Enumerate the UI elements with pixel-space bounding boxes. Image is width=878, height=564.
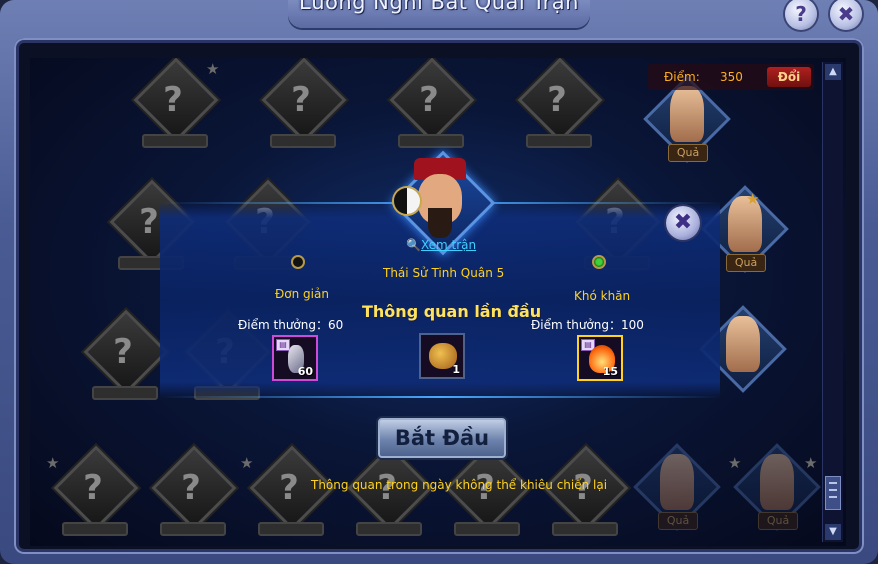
character-stage-tile[interactable]: Quả [730, 443, 821, 536]
star-icon: ★ [746, 190, 760, 208]
close-icon[interactable]: ✖ [666, 206, 700, 240]
unknown-stage-tile[interactable]: ? [256, 58, 347, 152]
hard-reward-points: Điểm thưởng：100 [531, 318, 644, 332]
unknown-stage-tile[interactable]: ? [538, 445, 629, 540]
scroll-up-icon[interactable]: ▲ [825, 64, 841, 80]
title-plate: Lương Nghi Bát Quái Trận [288, 0, 590, 28]
hard-difficulty-radio[interactable] [592, 255, 606, 269]
unknown-stage-tile[interactable]: ? [48, 445, 139, 540]
view-formation-link[interactable]: 🔍Xem trận [406, 238, 476, 252]
unknown-stage-tile[interactable]: ? [512, 58, 603, 152]
panel-divider [160, 396, 720, 398]
unknown-stage-tile[interactable]: ? [342, 445, 433, 540]
item-tag-icon: ▤ [276, 339, 290, 351]
star-icon: ★ [46, 454, 60, 472]
score-label: Điểm: [664, 70, 700, 84]
unknown-stage-tile[interactable]: ? [128, 58, 219, 152]
scroll-down-icon[interactable]: ▼ [825, 524, 841, 540]
boss-portrait[interactable] [388, 148, 496, 256]
star-icon: ★ [206, 60, 220, 78]
scroll-thumb[interactable] [825, 476, 841, 510]
start-button[interactable]: Bắt Đầu [378, 418, 506, 458]
first-clear-label: Thông quan lần đầu [362, 302, 542, 321]
easy-reward-item[interactable]: ▤ 60 [272, 335, 318, 381]
easy-reward-points: Điểm thưởng：60 [238, 318, 344, 332]
scrollbar[interactable]: ▲ ▼ [822, 62, 843, 542]
unknown-stage-tile[interactable]: ? [146, 445, 237, 540]
hard-difficulty-label: Khó khăn [574, 289, 631, 303]
character-stage-tile[interactable]: Quả [630, 443, 721, 536]
unknown-stage-tile[interactable]: ? [440, 445, 531, 540]
score-value: 350 [720, 70, 743, 84]
daily-clear-notice: Thông quan trong ngày không thể khiêu ch… [311, 478, 608, 492]
magnifier-icon: 🔍 [406, 238, 421, 252]
easy-difficulty-label: Đơn giản [275, 287, 329, 301]
star-icon: ★ [240, 454, 254, 472]
unknown-stage-tile[interactable]: ? [384, 58, 475, 152]
yin-yang-icon [394, 188, 420, 214]
boss-name: Thái Sử Tinh Quân 5 [383, 266, 505, 280]
unknown-stage-tile[interactable]: ? [244, 445, 335, 540]
first-clear-reward-item[interactable]: 1 [419, 333, 465, 379]
redeem-button[interactable]: Đổi [767, 67, 811, 87]
easy-difficulty-radio[interactable] [291, 255, 305, 269]
character-stage-tile[interactable]: Quả [640, 75, 731, 168]
hard-reward-item[interactable]: ▤ 15 [577, 335, 623, 381]
unknown-stage-tile[interactable]: ? [78, 309, 169, 404]
window-title: Lương Nghi Bát Quái Trận [299, 0, 579, 14]
